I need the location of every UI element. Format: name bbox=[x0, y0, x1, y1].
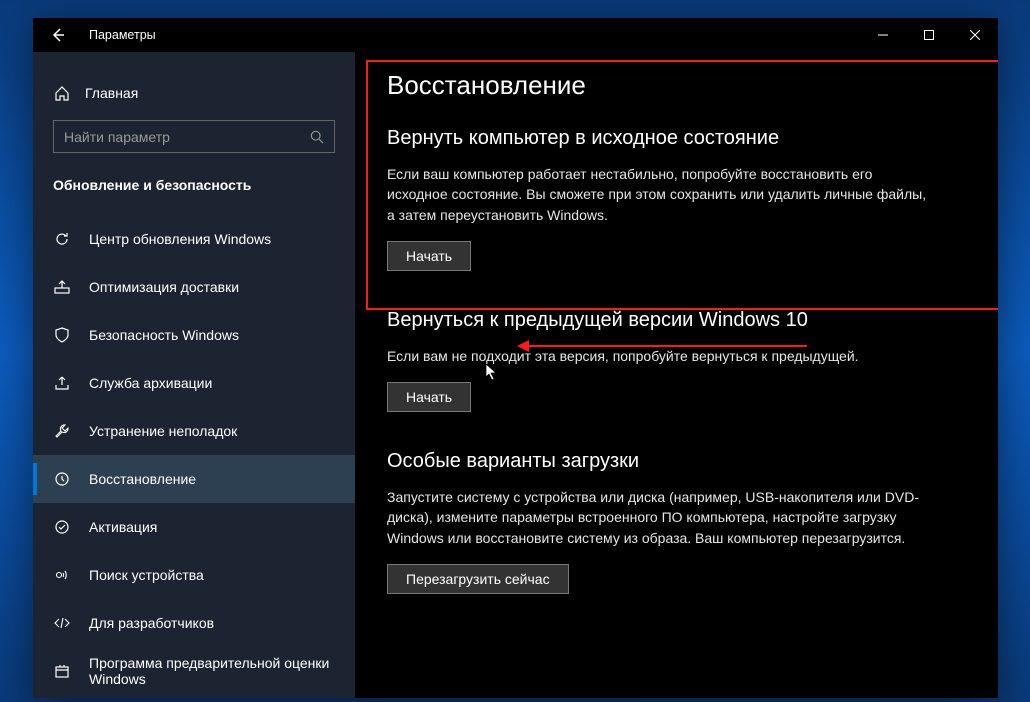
backup-icon bbox=[53, 374, 71, 392]
insider-icon bbox=[53, 662, 71, 680]
developer-icon bbox=[53, 614, 71, 632]
sidebar-item-find-device[interactable]: Поиск устройства bbox=[33, 551, 355, 599]
maximize-button[interactable] bbox=[906, 18, 952, 52]
sidebar: Главная Обновление и безопасность Центр … bbox=[33, 52, 355, 698]
sidebar-item-label: Центр обновления Windows bbox=[89, 231, 271, 247]
sidebar-item-windows-security[interactable]: Безопасность Windows bbox=[33, 311, 355, 359]
titlebar: Параметры bbox=[33, 18, 998, 52]
reset-start-button[interactable]: Начать bbox=[387, 241, 471, 271]
shield-icon bbox=[53, 326, 71, 344]
home-icon bbox=[53, 84, 71, 102]
arrow-left-icon bbox=[50, 27, 66, 43]
restart-now-button[interactable]: Перезагрузить сейчас bbox=[387, 564, 569, 594]
sidebar-item-recovery[interactable]: Восстановление bbox=[33, 455, 355, 503]
sidebar-item-label: Устранение неполадок bbox=[89, 423, 237, 439]
home-label: Главная bbox=[85, 85, 138, 101]
section-desc: Если ваш компьютер работает нестабильно,… bbox=[387, 164, 927, 225]
settings-window: Параметры Главная bbox=[33, 18, 998, 698]
section-go-back: Вернуться к предыдущей версии Windows 10… bbox=[387, 309, 968, 412]
sidebar-item-insider[interactable]: Программа предварительной оценки Windows bbox=[33, 647, 355, 695]
sidebar-item-developer[interactable]: Для разработчиков bbox=[33, 599, 355, 647]
minimize-icon bbox=[878, 30, 888, 40]
close-icon bbox=[970, 30, 980, 40]
search-input[interactable] bbox=[64, 129, 310, 145]
recovery-icon bbox=[53, 470, 71, 488]
sidebar-item-label: Поиск устройства bbox=[89, 567, 204, 583]
search-icon bbox=[310, 130, 324, 144]
minimize-button[interactable] bbox=[860, 18, 906, 52]
sidebar-item-label: Оптимизация доставки bbox=[89, 279, 239, 295]
sidebar-item-label: Восстановление bbox=[89, 471, 196, 487]
sidebar-item-label: Безопасность Windows bbox=[89, 327, 239, 343]
section-advanced-startup: Особые варианты загрузки Запустите систе… bbox=[387, 450, 968, 594]
sidebar-item-backup[interactable]: Служба архивации bbox=[33, 359, 355, 407]
section-title: Особые варианты загрузки bbox=[387, 450, 968, 473]
delivery-icon bbox=[53, 278, 71, 296]
window-title: Параметры bbox=[89, 28, 156, 42]
sidebar-item-label: Для разработчиков bbox=[89, 615, 214, 631]
goback-start-button[interactable]: Начать bbox=[387, 382, 471, 412]
home-link[interactable]: Главная bbox=[53, 72, 335, 120]
sync-icon bbox=[53, 230, 71, 248]
section-desc: Запустите систему с устройства или диска… bbox=[387, 487, 927, 548]
activation-icon bbox=[53, 518, 71, 536]
search-box[interactable] bbox=[53, 120, 335, 153]
nav: Центр обновления Windows Оптимизация дос… bbox=[33, 215, 355, 698]
section-reset-pc: Вернуть компьютер в исходное состояние Е… bbox=[387, 127, 968, 271]
main-panel: Восстановление Вернуть компьютер в исход… bbox=[355, 52, 998, 698]
section-title: Вернуть компьютер в исходное состояние bbox=[387, 127, 968, 150]
troubleshoot-icon bbox=[53, 422, 71, 440]
category-label: Обновление и безопасность bbox=[53, 177, 335, 193]
sidebar-item-label: Активация bbox=[89, 519, 157, 535]
find-device-icon bbox=[53, 566, 71, 584]
page-title: Восстановление bbox=[387, 70, 968, 101]
sidebar-item-windows-update[interactable]: Центр обновления Windows bbox=[33, 215, 355, 263]
sidebar-item-activation[interactable]: Активация bbox=[33, 503, 355, 551]
close-button[interactable] bbox=[952, 18, 998, 52]
sidebar-item-label: Служба архивации bbox=[89, 375, 212, 391]
sidebar-item-delivery-optimization[interactable]: Оптимизация доставки bbox=[33, 263, 355, 311]
section-title: Вернуться к предыдущей версии Windows 10 bbox=[387, 309, 968, 332]
maximize-icon bbox=[924, 30, 934, 40]
sidebar-item-label: Программа предварительной оценки Windows bbox=[89, 655, 335, 687]
sidebar-item-troubleshoot[interactable]: Устранение неполадок bbox=[33, 407, 355, 455]
back-button[interactable] bbox=[35, 18, 81, 52]
section-desc: Если вам не подходит эта версия, попробу… bbox=[387, 346, 927, 366]
content: Главная Обновление и безопасность Центр … bbox=[33, 52, 998, 698]
